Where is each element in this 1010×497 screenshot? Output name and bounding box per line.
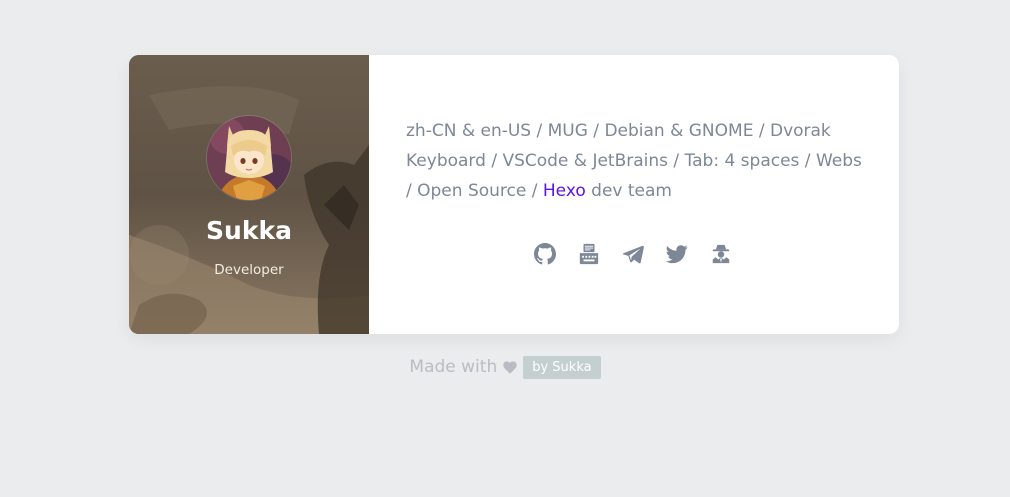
- github-icon[interactable]: [534, 243, 556, 265]
- profile-role: Developer: [214, 262, 284, 278]
- profile-details: zh-CN & en-US / MUG / Debian & GNOME / D…: [369, 55, 899, 334]
- profile-name: Sukka: [206, 216, 292, 245]
- social-links: [534, 243, 732, 265]
- profile-card: Sukka Developer zh-CN & en-US / MUG / De…: [129, 55, 899, 334]
- twitter-icon[interactable]: [666, 243, 688, 265]
- hexo-link[interactable]: Hexo: [543, 181, 586, 201]
- profile-panel: Sukka Developer: [129, 55, 369, 334]
- heart-icon: [503, 360, 517, 374]
- typewriter-icon[interactable]: [578, 243, 600, 265]
- made-with-text: Made with: [409, 357, 498, 377]
- bio-text-tail: dev team: [585, 181, 672, 201]
- bio-text: zh-CN & en-US / MUG / Debian & GNOME / D…: [406, 116, 866, 206]
- avatar: [207, 116, 291, 200]
- footer: Made with by Sukka: [0, 355, 1010, 379]
- spy-icon[interactable]: [710, 243, 732, 265]
- telegram-icon[interactable]: [622, 243, 644, 265]
- author-badge[interactable]: by Sukka: [523, 355, 601, 379]
